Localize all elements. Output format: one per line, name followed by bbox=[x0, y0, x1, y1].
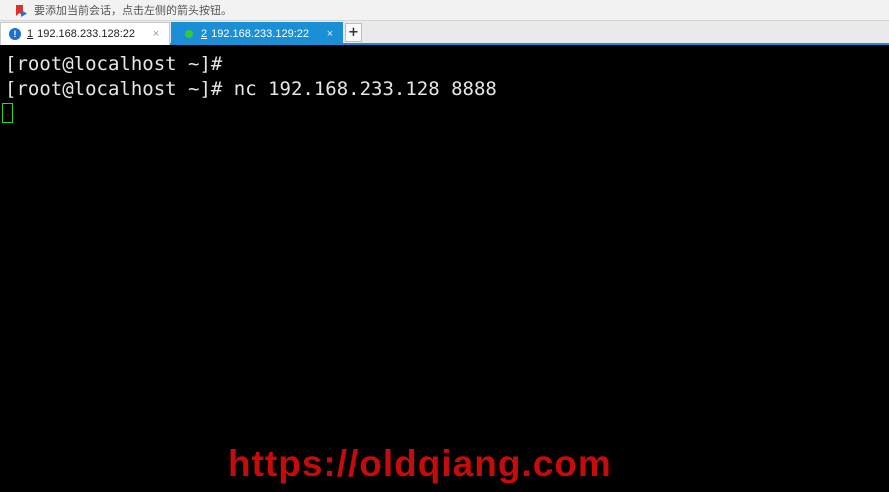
hint-text: 要添加当前会话，点击左侧的箭头按钮。 bbox=[34, 4, 232, 17]
tab-number: 2 bbox=[201, 27, 208, 40]
close-icon[interactable]: × bbox=[323, 28, 337, 40]
watermark-text: https://oldqiang.com bbox=[228, 443, 612, 484]
info-icon: ! bbox=[9, 28, 21, 40]
session-hint-bar: 要添加当前会话，点击左侧的箭头按钮。 bbox=[0, 0, 889, 21]
session-tab-bar: ! 1 192.168.233.128:22 × 2 192.168.233.1… bbox=[0, 21, 889, 45]
terminal-cursor bbox=[2, 103, 13, 123]
tab-label: 192.168.233.129:22 bbox=[211, 27, 309, 40]
connected-dot-icon bbox=[185, 29, 193, 38]
terminal-line: [root@localhost ~]# nc 192.168.233.128 8… bbox=[5, 78, 497, 100]
terminal-line: [root@localhost ~]# bbox=[5, 53, 223, 75]
close-icon[interactable]: × bbox=[149, 28, 163, 40]
new-tab-button[interactable]: + bbox=[345, 23, 362, 42]
bookmark-flag-icon[interactable] bbox=[14, 3, 28, 17]
tab-session-1[interactable]: ! 1 192.168.233.128:22 × bbox=[0, 22, 170, 45]
tab-number: 1 bbox=[27, 28, 34, 40]
tab-label: 192.168.233.128:22 bbox=[37, 28, 135, 40]
tab-session-2[interactable]: 2 192.168.233.129:22 × bbox=[171, 22, 343, 45]
terminal-app-window: 要添加当前会话，点击左侧的箭头按钮。 ! 1 192.168.233.128:2… bbox=[0, 0, 889, 492]
terminal-area[interactable]: [root@localhost ~]# [root@localhost ~]# … bbox=[0, 47, 889, 492]
